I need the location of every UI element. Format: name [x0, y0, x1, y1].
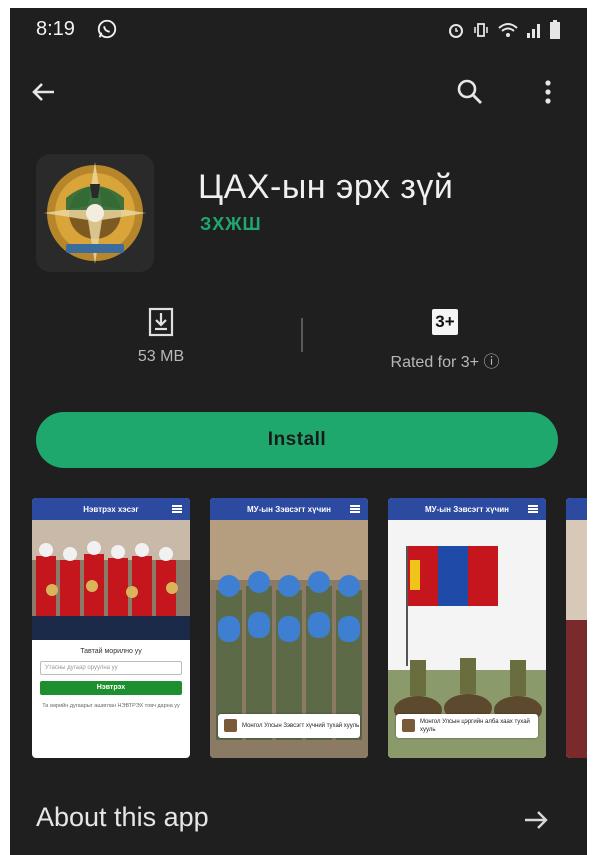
content-rating-stat[interactable]: 3+ Rated for 3+ ⓘ	[350, 304, 540, 372]
app-size-stat: 53 MB	[96, 304, 226, 366]
screenshot-header: Нэвтрэх хэсэг	[32, 498, 190, 520]
form-note: Та өөрийн дугаарыг ашиглан НЭВТРЭХ товч …	[42, 703, 180, 709]
battery-icon	[549, 20, 561, 45]
emblem-icon	[224, 719, 237, 732]
partial-photo	[566, 520, 587, 758]
menu-icon	[350, 505, 360, 513]
back-arrow-icon[interactable]	[28, 76, 60, 108]
menu-icon	[528, 505, 538, 513]
status-bar: 8:19	[10, 8, 587, 50]
caption-text: Монгол Улсын Зэвсэгт хүчний тухай хууль	[242, 723, 360, 729]
status-icons	[447, 20, 561, 45]
login-button: Нэвтрэх	[40, 681, 182, 695]
caption-text: Монгол Улсын цэргийн алба хаах тухай хуу…	[420, 719, 530, 733]
screenshot-header: МУ-ын Зэвсэгт хүчин	[388, 498, 546, 520]
screenshot-header-label: МУ-ын Зэвсэгт хүчин	[425, 504, 509, 514]
stats-divider	[301, 318, 303, 352]
download-icon	[148, 307, 174, 337]
app-size-label: 53 MB	[137, 348, 185, 365]
install-button[interactable]: Install	[36, 412, 558, 468]
whatsapp-icon	[97, 19, 117, 39]
alarm-icon	[447, 21, 465, 44]
signal-icon	[526, 21, 542, 44]
wifi-icon	[497, 21, 519, 44]
screenshot-carousel[interactable]: Нэвтрэх хэсэг Тавтай морилно уу Утасны д…	[32, 498, 587, 763]
phone-screen: 8:19 ЦАХ-ын эрх зүй ЗХЖШ 53 MB 3+ Rated …	[10, 8, 587, 855]
search-icon[interactable]	[454, 76, 486, 108]
screenshot-login[interactable]: Нэвтрэх хэсэг Тавтай морилно уу Утасны д…	[32, 498, 190, 758]
band-photo	[32, 520, 190, 640]
screenshot-header-label: МУ-ын Зэвсэгт хүчин	[247, 504, 331, 514]
about-title[interactable]: About this app	[36, 802, 209, 833]
emblem-icon	[402, 719, 415, 732]
screenshot-partial[interactable]	[566, 498, 587, 758]
screenshot-header-label: Нэвтрэх хэсэг	[83, 504, 139, 514]
app-title: ЦАХ-ын эрх зүй	[198, 168, 454, 206]
screenshot-header: МУ-ын Зэвсэгт хүчин	[210, 498, 368, 520]
phone-field: Утасны дугаар оруулна уу	[40, 661, 182, 675]
screenshot-caption: Монгол Улсын цэргийн алба хаах тухай хуу…	[396, 714, 538, 738]
menu-icon	[172, 505, 182, 513]
login-form: Тавтай морилно уу Утасны дугаар оруулна …	[32, 640, 190, 717]
status-time: 8:19	[36, 18, 75, 40]
screenshot-soldiers[interactable]: МУ-ын Зэвсэгт хүчин Монгол Улсын Зэвсэгт…	[210, 498, 368, 758]
rating-badge-icon: 3+	[432, 309, 458, 335]
screenshot-horsemen[interactable]: МУ-ын Зэвсэгт хүчин Монгол Улсын цэргийн…	[388, 498, 546, 758]
arrow-forward-icon[interactable]	[520, 804, 552, 836]
more-vert-icon[interactable]	[536, 76, 560, 108]
developer-link[interactable]: ЗХЖШ	[200, 214, 262, 235]
screenshot-header	[566, 498, 587, 520]
vibrate-icon	[472, 21, 490, 44]
form-title: Тавтай морилно уу	[80, 648, 142, 655]
screenshot-caption: Монгол Улсын Зэвсэгт хүчний тухай хууль	[218, 714, 360, 738]
rating-label: Rated for 3+ ⓘ	[390, 354, 500, 371]
app-logo-icon	[36, 154, 154, 272]
app-bar	[10, 70, 587, 120]
